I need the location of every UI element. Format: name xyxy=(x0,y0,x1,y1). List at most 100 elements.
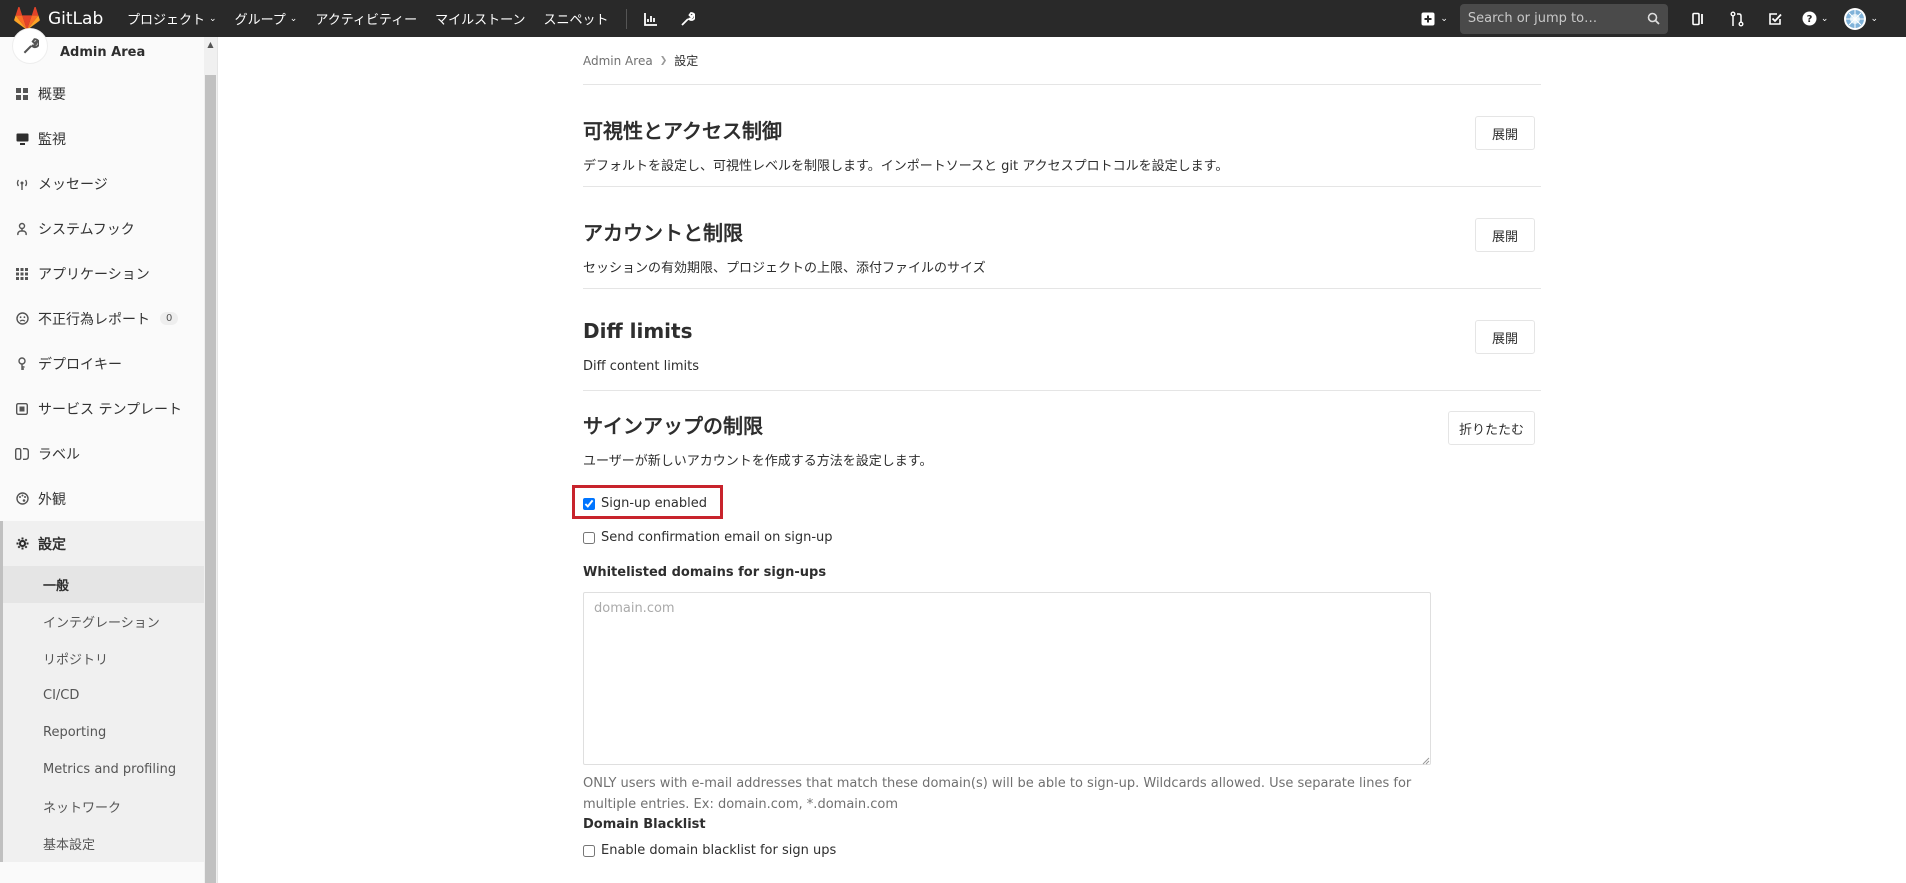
sidebar-context-header[interactable]: Admin Area xyxy=(0,28,205,71)
merge-request-icon[interactable] xyxy=(1718,0,1756,37)
send-confirmation-checkbox[interactable] xyxy=(583,531,595,544)
nav-milestones[interactable]: マイルストーン xyxy=(426,0,534,37)
sidebar-title: Admin Area xyxy=(60,44,146,60)
sidebar-subitem-general[interactable]: 一般 xyxy=(3,566,205,603)
todo-icon[interactable] xyxy=(1756,0,1794,37)
section-title: サインアップの制限 xyxy=(583,414,763,438)
nav-groups[interactable]: グループ ⌄ xyxy=(226,0,307,37)
search-icon xyxy=(1647,12,1660,25)
sidebar-subitem-ci-cd[interactable]: CI/CD xyxy=(3,677,205,714)
sidebar-content: Admin Area 概要 監視 メッセージ システムフック アプリケーション … xyxy=(0,28,205,883)
nav-right-group: ⌄ ? ⌄ ⌄ xyxy=(1409,0,1906,37)
breadcrumb-chevron-icon: ❯ xyxy=(659,55,668,66)
section-description: ユーザーが新しいアカウントを作成する方法を設定します。 xyxy=(583,454,933,469)
sidebar-item-deploy-keys[interactable]: デプロイキー xyxy=(0,341,205,386)
sidebar-item-label: 概要 xyxy=(38,86,66,103)
section-title: アカウントと制限 xyxy=(583,221,743,245)
sidebar-item-messages[interactable]: メッセージ xyxy=(0,161,205,206)
sidebar-item-label: ラベル xyxy=(38,446,80,463)
top-navbar: GitLab プロジェクト ⌄ グループ ⌄ アクティビティー マイルストーン スニ… xyxy=(0,0,1906,37)
broadcast-icon xyxy=(14,176,30,192)
sidebar-item-settings[interactable]: 設定 xyxy=(0,521,205,566)
abuse-icon xyxy=(14,311,30,327)
expand-button[interactable]: 展開 xyxy=(1474,116,1535,150)
section-description: デフォルトを設定し、可視性レベルを制限します。インポートソースと git アクセ… xyxy=(583,159,1229,174)
overview-icon xyxy=(14,86,30,102)
new-dropdown-button[interactable]: ⌄ xyxy=(1409,0,1460,37)
sidebar-subitem-metrics[interactable]: Metrics and profiling xyxy=(3,751,205,788)
visibility-access-section: 可視性とアクセス制御 デフォルトを設定し、可視性レベルを制限します。インポートソ… xyxy=(583,85,1541,187)
sidebar-item-applications[interactable]: アプリケーション xyxy=(0,251,205,296)
appearance-icon xyxy=(14,491,30,507)
sidebar-scrollbar[interactable]: ▲ xyxy=(204,37,217,883)
enable-blacklist-checkbox[interactable] xyxy=(583,844,595,857)
sidebar-item-appearance[interactable]: 外観 xyxy=(0,476,205,521)
template-icon xyxy=(14,401,30,417)
checkbox-label: Send confirmation email on sign-up xyxy=(601,530,833,545)
chevron-down-icon: ⌄ xyxy=(1870,13,1878,24)
sidebar-item-system-hooks[interactable]: システムフック xyxy=(0,206,205,251)
whitelist-domains-input[interactable] xyxy=(583,592,1431,765)
admin-sidebar: Admin Area 概要 監視 メッセージ システムフック アプリケーション … xyxy=(0,28,218,883)
section-title: Diff limits xyxy=(583,319,693,343)
send-confirmation-row[interactable]: Send confirmation email on sign-up xyxy=(583,530,833,545)
applications-icon xyxy=(14,266,30,282)
user-menu-button[interactable]: ⌄ xyxy=(1836,0,1906,37)
sidebar-item-monitoring[interactable]: 監視 xyxy=(0,116,205,161)
sidebar-subitem-preferences[interactable]: 基本設定 xyxy=(3,825,205,862)
blacklist-label: Domain Blacklist xyxy=(583,817,706,832)
sidebar-item-labels[interactable]: ラベル xyxy=(0,431,205,476)
monitor-icon xyxy=(14,131,30,147)
sidebar-item-label: 外観 xyxy=(38,491,66,508)
breadcrumb-admin-area[interactable]: Admin Area xyxy=(583,54,653,68)
sidebar-subitem-reporting[interactable]: Reporting xyxy=(3,714,205,751)
nav-activity[interactable]: アクティビティー xyxy=(306,0,426,37)
section-title: 可視性とアクセス制御 xyxy=(583,119,782,143)
sidebar-item-overview[interactable]: 概要 xyxy=(0,71,205,116)
settings-icon xyxy=(14,536,30,552)
sidebar-item-label: メッセージ xyxy=(38,176,108,193)
sidebar-subitem-network[interactable]: ネットワーク xyxy=(3,788,205,825)
chevron-down-icon: ⌄ xyxy=(209,13,217,24)
gitlab-logo-icon xyxy=(14,6,40,30)
search-input[interactable] xyxy=(1467,11,1647,26)
main-nav-menu: プロジェクト ⌄ グループ ⌄ アクティビティー マイルストーン スニペット xyxy=(118,0,705,37)
help-dropdown-button[interactable]: ? ⌄ xyxy=(1794,0,1837,37)
sidebar-item-label: 監視 xyxy=(38,131,66,148)
sidebar-item-label: デプロイキー xyxy=(38,356,122,373)
signup-enabled-row[interactable]: Sign-up enabled xyxy=(583,496,707,511)
nav-projects[interactable]: プロジェクト ⌄ xyxy=(118,0,226,37)
chevron-down-icon: ⌄ xyxy=(289,13,298,24)
sidebar-item-label: 不正行為レポート xyxy=(38,311,150,328)
sidebar-item-label: 設定 xyxy=(38,536,66,553)
chevron-down-icon: ⌄ xyxy=(1440,13,1448,24)
collapse-button[interactable]: 折りたたむ xyxy=(1447,411,1535,445)
sidebar-subitem-repository[interactable]: リポジトリ xyxy=(3,640,205,677)
breadcrumb-current: 設定 xyxy=(674,54,699,68)
expand-button[interactable]: 展開 xyxy=(1474,218,1535,252)
scroll-up-arrow-icon[interactable]: ▲ xyxy=(204,37,217,51)
abuse-count-badge: 0 xyxy=(160,312,179,325)
breadcrumb: Admin Area ❯ 設定 xyxy=(583,37,1541,85)
key-icon xyxy=(14,356,30,372)
diff-limits-section: Diff limits Diff content limits 展開 xyxy=(583,289,1541,391)
enable-blacklist-row[interactable]: Enable domain blacklist for sign ups xyxy=(583,843,836,858)
wrench-icon[interactable] xyxy=(669,0,705,37)
section-description: Diff content limits xyxy=(583,359,699,374)
labels-icon xyxy=(14,446,30,462)
avatar-icon xyxy=(1844,7,1867,30)
admin-wrench-icon xyxy=(12,28,48,64)
nav-snippets[interactable]: スニペット xyxy=(535,0,618,37)
chart-icon[interactable] xyxy=(633,0,669,37)
signup-enabled-checkbox[interactable] xyxy=(583,497,595,510)
sidebar-item-label: アプリケーション xyxy=(38,266,150,283)
resize-grip-icon[interactable] xyxy=(1422,757,1430,765)
sidebar-item-service-templates[interactable]: サービス テンプレート xyxy=(0,386,205,431)
plus-icon xyxy=(1421,12,1435,25)
sidebar-subitem-integrations[interactable]: インテグレーション xyxy=(3,603,205,640)
sidebar-item-label: サービス テンプレート xyxy=(38,401,183,418)
issues-icon[interactable] xyxy=(1680,0,1718,37)
sidebar-scrollbar-thumb[interactable] xyxy=(205,75,216,883)
expand-button[interactable]: 展開 xyxy=(1474,320,1535,354)
sidebar-item-abuse-reports[interactable]: 不正行為レポート 0 xyxy=(0,296,205,341)
